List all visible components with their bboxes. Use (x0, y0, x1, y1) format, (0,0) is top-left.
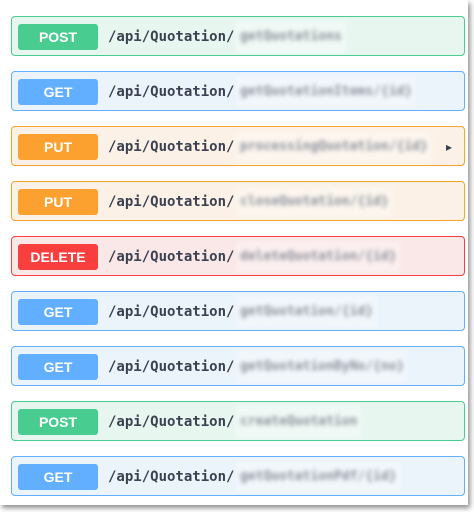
operation-row[interactable]: GET /api/Quotation/ getQuotationPdf/{id} (11, 456, 465, 496)
method-badge: POST (18, 24, 98, 50)
obscured-path-segment: getQuotationByNo/{no} (236, 351, 409, 383)
operation-row[interactable]: PUT /api/Quotation/ closeQuotation/{id} (11, 181, 465, 221)
operation-row[interactable]: GET /api/Quotation/ getQuotation/{id} (11, 291, 465, 331)
method-badge: GET (18, 464, 98, 490)
obscured-path-segment: getQuotationPdf/{id} (236, 461, 401, 493)
obscured-path-segment: getQuotations (236, 21, 346, 53)
operation-row[interactable]: PUT /api/Quotation/ processingQuotation/… (11, 126, 465, 166)
method-badge: GET (18, 299, 98, 325)
method-badge: GET (18, 354, 98, 380)
endpoint-path: /api/Quotation/ (108, 29, 235, 45)
operation-row[interactable]: POST /api/Quotation/ createQuotation (11, 401, 465, 441)
method-badge: POST (18, 409, 98, 435)
operation-row[interactable]: POST /api/Quotation/ getQuotations (11, 16, 465, 56)
obscured-path-segment: getQuotationItems/{id} (236, 76, 417, 108)
endpoint-path: /api/Quotation/ (108, 304, 235, 320)
operation-row[interactable]: DELETE /api/Quotation/ deleteQuotation/{… (11, 236, 465, 276)
endpoint-path: /api/Quotation/ (108, 194, 235, 210)
endpoint-path: /api/Quotation/ (108, 469, 235, 485)
endpoint-path: /api/Quotation/ (108, 139, 235, 155)
endpoint-path: /api/Quotation/ (108, 359, 235, 375)
operation-row[interactable]: GET /api/Quotation/ getQuotationItems/{i… (11, 71, 465, 111)
endpoint-path: /api/Quotation/ (108, 84, 235, 100)
chevron-right-icon[interactable]: ▸ (446, 127, 452, 165)
obscured-path-segment: processingQuotation/{id} (236, 131, 432, 163)
obscured-path-segment: closeQuotation/{id} (236, 186, 393, 218)
operation-row[interactable]: GET /api/Quotation/ getQuotationByNo/{no… (11, 346, 465, 386)
method-badge: DELETE (18, 244, 98, 270)
endpoint-path: /api/Quotation/ (108, 249, 235, 265)
method-badge: PUT (18, 134, 98, 160)
endpoint-path: /api/Quotation/ (108, 414, 235, 430)
method-badge: PUT (18, 189, 98, 215)
method-badge: GET (18, 79, 98, 105)
api-operations-panel: POST /api/Quotation/ getQuotations GET /… (0, 0, 468, 505)
obscured-path-segment: getQuotation/{id} (236, 296, 378, 328)
obscured-path-segment: deleteQuotation/{id} (236, 241, 401, 273)
obscured-path-segment: createQuotation (236, 406, 362, 438)
